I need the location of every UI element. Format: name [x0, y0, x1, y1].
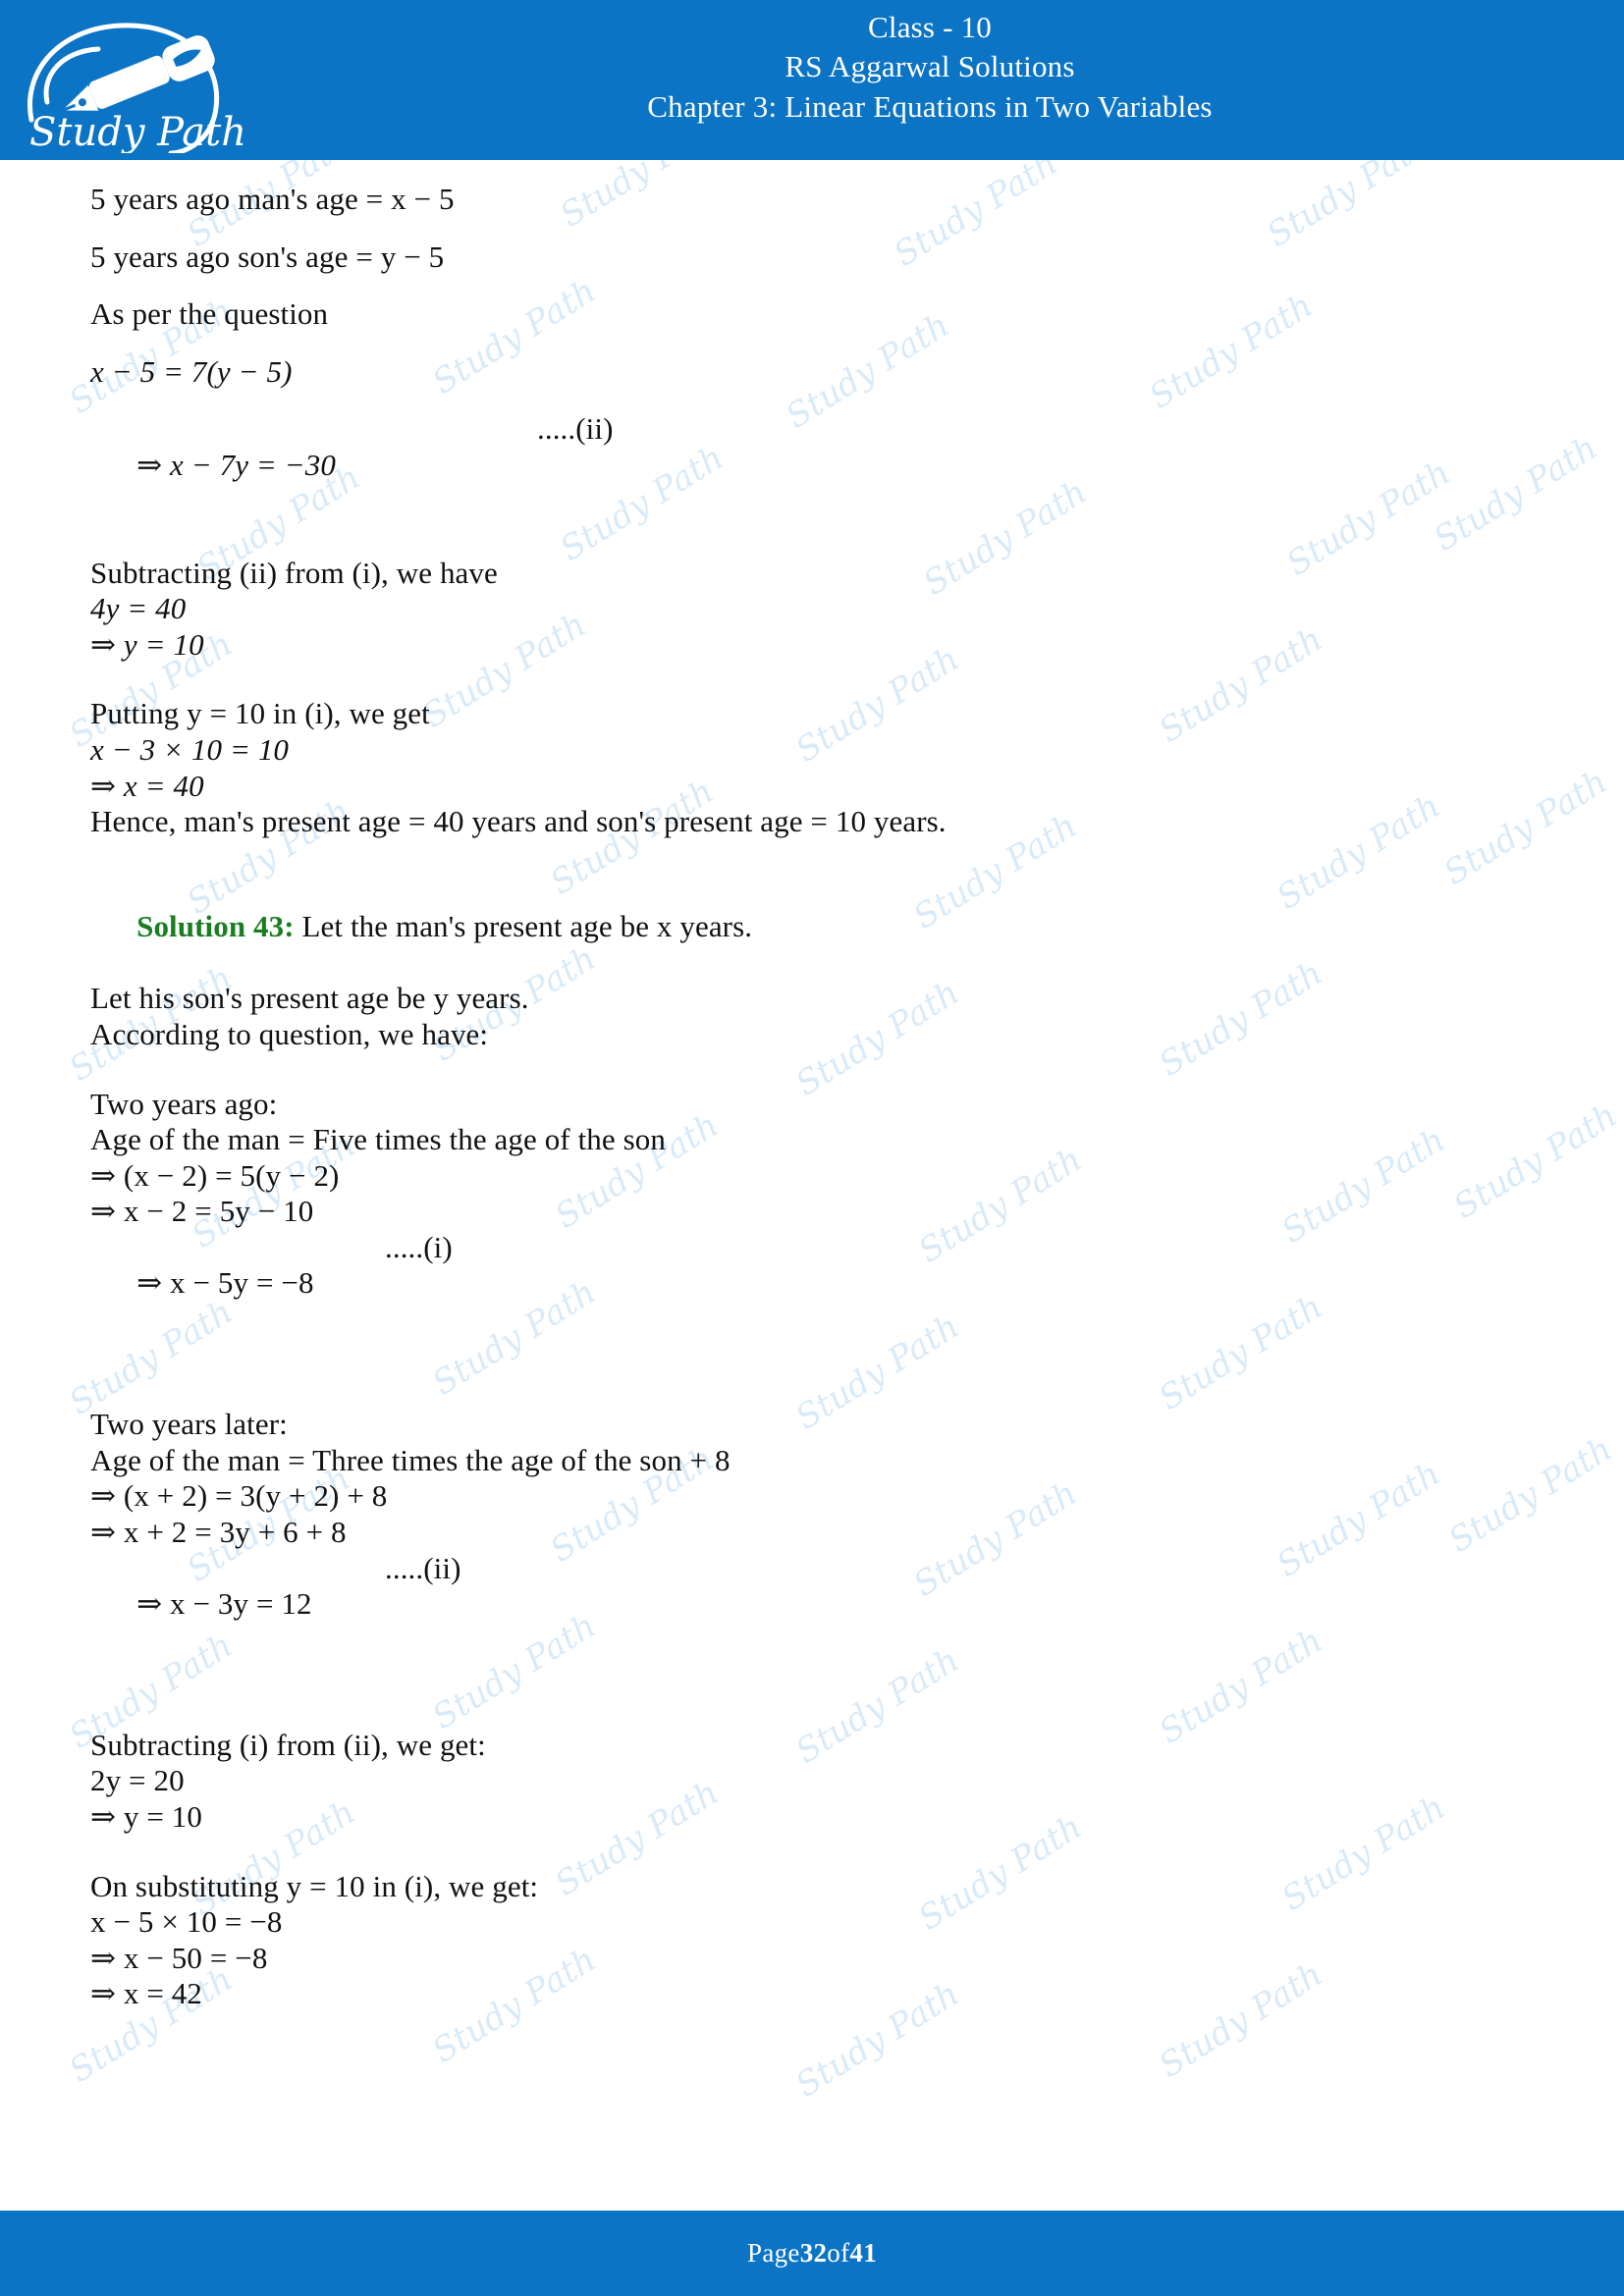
header-class-line: Class - 10	[868, 10, 992, 44]
equation-line: ⇒ y = 10	[90, 1798, 203, 1834]
equation-line: ⇒ y = 10	[90, 626, 204, 662]
equation-line: ⇒ (x − 2) = 5(y − 2)	[90, 1157, 340, 1193]
equation-line-with-ref: ⇒ x − 5y = −8 .....(i)	[90, 1230, 1561, 1373]
equation-ref: .....(ii)	[537, 411, 614, 447]
text-line: Two years ago:	[90, 1086, 278, 1121]
footer-page-prefix: Page	[747, 2238, 800, 2268]
text-line: Hence, man's present age = 40 years and …	[90, 804, 947, 839]
study-path-logo: Study Path	[14, 6, 249, 153]
equation-line: x − 3 × 10 = 10	[90, 731, 290, 767]
solution-heading-line: Solution 43: Let the man's present age b…	[90, 874, 1561, 982]
footer-current-page: 32	[799, 2238, 828, 2268]
page-footer: Page 32 of 41	[0, 2211, 1624, 2296]
text-line: Putting y = 10 in (i), we get	[90, 696, 430, 731]
equation-line: ⇒ x = 42	[90, 1976, 203, 2011]
document-page: Study Path Study Path Study Path Study P…	[0, 0, 1624, 2296]
text-line: Subtracting (ii) from (i), we have	[90, 555, 498, 590]
text-line: Age of the man = Three times the age of …	[90, 1442, 731, 1477]
equation-line: ⇒ (x + 2) = 3(y + 2) + 8	[90, 1478, 388, 1514]
equation-line: 4y = 40	[90, 591, 187, 626]
equation-text: ⇒ x − 5y = −8	[136, 1265, 314, 1301]
equation-line-with-ref: ⇒ x − 3y = 12 .....(ii)	[90, 1551, 1561, 1694]
text-line: Subtracting (i) from (ii), we get:	[90, 1727, 486, 1762]
text-line: Age of the man = Five times the age of t…	[90, 1122, 666, 1157]
header-book-line: RS Aggarwal Solutions	[785, 49, 1075, 84]
solution-heading-text: Let the man's present age be x years.	[294, 909, 753, 944]
solution-body: 5 years ago man's age = x − 5 5 years ag…	[0, 160, 1624, 2012]
equation-line: ⇒ x − 2 = 5y − 10	[90, 1194, 314, 1229]
equation-line: ⇒ x − 50 = −8	[90, 1940, 268, 1975]
equation-line: x − 5 = 7(y − 5)	[90, 353, 293, 389]
equation-line: 2y = 20	[90, 1763, 185, 1798]
text-line: Two years later:	[90, 1407, 288, 1442]
header-titles: Class - 10 RS Aggarwal Solutions Chapter…	[236, 8, 1624, 127]
solution-label: Solution 43:	[136, 909, 295, 944]
equation-line: ⇒ x = 40	[90, 768, 204, 803]
footer-total-pages: 41	[849, 2238, 877, 2268]
equation-text: ⇒ x − 3y = 12	[136, 1586, 312, 1622]
text-line: On substituting y = 10 in (i), we get:	[90, 1868, 539, 1903]
text-line: As per the question	[90, 296, 329, 332]
equation-line: ⇒ x + 2 = 3y + 6 + 8	[90, 1514, 347, 1549]
equation-text: ⇒ x − 7y = −30	[136, 447, 337, 482]
equation-ref: .....(i)	[385, 1229, 453, 1264]
text-line: Let his son's present age be y years.	[90, 981, 529, 1016]
text-line: According to question, we have:	[90, 1016, 489, 1051]
text-line: 5 years ago son's age = y − 5	[90, 239, 445, 274]
equation-line-with-ref: ⇒ x − 7y = −30 .....(ii)	[90, 411, 1561, 555]
logo-wordmark: Study Path	[29, 110, 246, 153]
text-line: 5 years ago man's age = x − 5	[90, 182, 455, 216]
page-header: Study Path Class - 10 RS Aggarwal Soluti…	[0, 0, 1624, 160]
equation-ref: .....(ii)	[385, 1550, 461, 1585]
footer-page-middle: of	[827, 2238, 850, 2268]
equation-line: x − 5 × 10 = −8	[90, 1904, 283, 1940]
header-chapter-line: Chapter 3: Linear Equations in Two Varia…	[647, 88, 1213, 124]
